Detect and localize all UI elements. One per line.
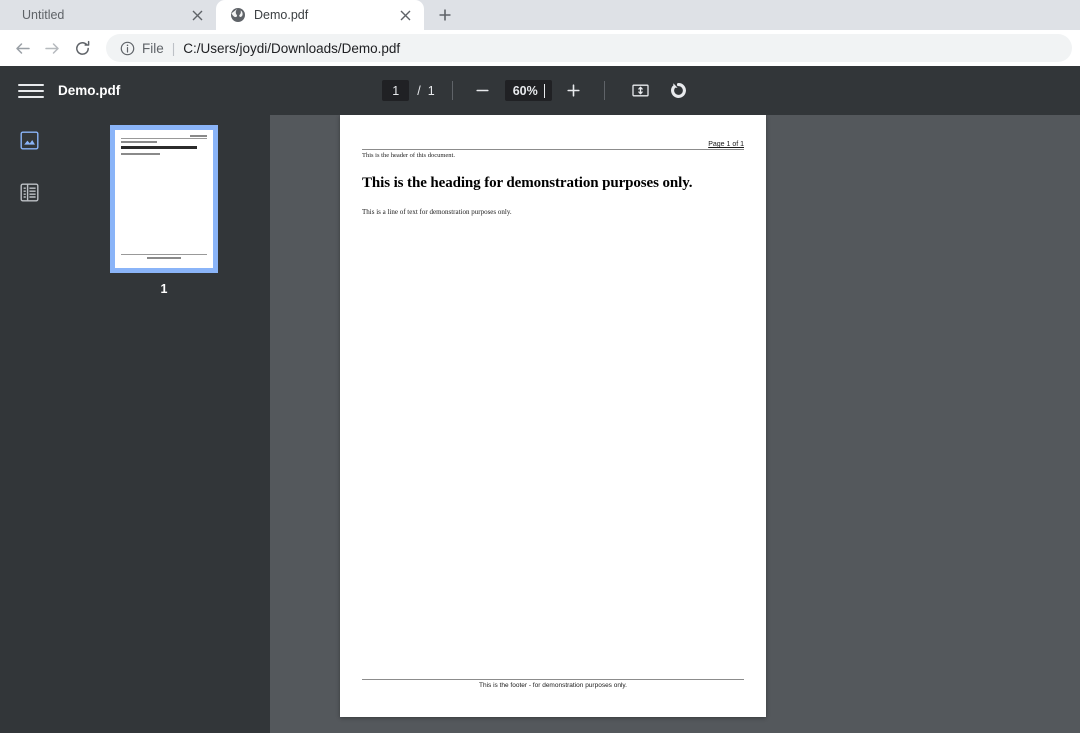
hamburger-menu-icon[interactable] (18, 78, 44, 104)
address-bar[interactable]: File | C:/Users/joydi/Downloads/Demo.pdf (106, 34, 1072, 62)
page-indicator-text: Page 1 of 1 (708, 141, 744, 148)
thumbnail-footer-rule (121, 254, 207, 255)
sidebar-item-outline[interactable] (14, 180, 44, 210)
minus-icon[interactable] (470, 78, 496, 104)
arrow-right-icon[interactable] (38, 34, 66, 62)
page-separator: / (417, 83, 421, 98)
page-body-text: This is a line of text for demonstration… (362, 208, 512, 216)
close-icon[interactable] (188, 6, 206, 24)
sidebar-rail (0, 115, 58, 733)
text-caret (543, 84, 545, 98)
page-footer-text: This is the footer - for demonstration p… (478, 682, 627, 689)
plus-icon[interactable] (561, 78, 587, 104)
new-tab-button[interactable] (430, 1, 460, 29)
browser-tab-demo-pdf[interactable]: Demo.pdf (216, 0, 424, 30)
rotate-clockwise-icon[interactable] (664, 76, 694, 106)
thumbnail-body-text (121, 153, 160, 155)
page-footer: This is the footer - for demonstration p… (362, 679, 744, 689)
page-header-text: This is the header of this document. (362, 152, 455, 159)
reload-icon[interactable] (68, 34, 96, 62)
tab-label: Untitled (22, 8, 65, 22)
url-scheme-label: File (142, 40, 164, 56)
pdf-canvas[interactable]: Page 1 of 1 This is the header of this d… (270, 115, 1080, 733)
pdf-toolbar-left: Demo.pdf (0, 78, 270, 104)
pdf-sidebar: 1 (0, 115, 270, 733)
thumbnail-header-text (121, 141, 158, 143)
toolbar-divider (451, 81, 453, 100)
page-footer-rule (362, 679, 744, 680)
toolbar-divider (603, 81, 605, 100)
thumbnail-page-indicator (189, 135, 207, 137)
url-separator: | (171, 40, 176, 56)
thumbnail-heading (121, 146, 197, 149)
sidebar-item-thumbnails[interactable] (14, 128, 44, 158)
thumbnail-header-rule (121, 138, 207, 139)
pdf-body: 1 Page 1 of 1 This is the header of this… (0, 115, 1080, 733)
thumbnail-view-icon (19, 130, 40, 156)
thumbnail-footer (121, 254, 207, 259)
url-text: C:/Users/joydi/Downloads/Demo.pdf (183, 40, 401, 56)
thumbnail-list: 1 (58, 115, 270, 733)
pdf-viewer: Demo.pdf / 1 (0, 66, 1080, 733)
browser-tab-untitled[interactable]: Untitled (8, 0, 216, 30)
thumbnail-preview (115, 130, 213, 268)
tab-strip: Untitled Demo.pdf (0, 0, 1080, 30)
fit-to-page-icon[interactable] (626, 76, 656, 106)
info-circle-icon (120, 41, 135, 56)
tab-label: Demo.pdf (254, 8, 309, 22)
zoom-field-wrapper (504, 80, 552, 101)
thumbnail-footer-text (146, 257, 182, 259)
arrow-left-icon[interactable] (8, 34, 36, 62)
pdf-document-title: Demo.pdf (58, 83, 121, 98)
page-number-input[interactable] (382, 80, 410, 101)
document-outline-icon (19, 182, 40, 208)
pdf-toolbar: Demo.pdf / 1 (0, 66, 1080, 115)
globe-icon (230, 7, 246, 23)
navigation-toolbar: File | C:/Users/joydi/Downloads/Demo.pdf (0, 30, 1080, 66)
page-header-rule (362, 149, 744, 150)
page-thumbnail-1[interactable] (110, 125, 218, 273)
browser-window: Untitled Demo.pdf File | C:/Users/joydi/… (0, 0, 1080, 733)
close-icon[interactable] (396, 6, 414, 24)
thumbnail-label: 1 (160, 282, 168, 296)
page-count-label: 1 (427, 83, 435, 98)
pdf-page-1: Page 1 of 1 This is the header of this d… (340, 115, 766, 717)
page-heading-text: This is the heading for demonstration pu… (362, 175, 693, 191)
